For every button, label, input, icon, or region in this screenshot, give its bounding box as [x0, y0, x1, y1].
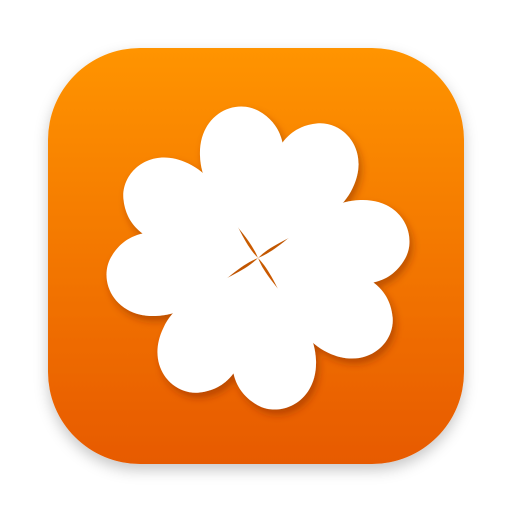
app-icon-canvas: [0, 0, 512, 512]
app-icon[interactable]: [0, 0, 512, 512]
